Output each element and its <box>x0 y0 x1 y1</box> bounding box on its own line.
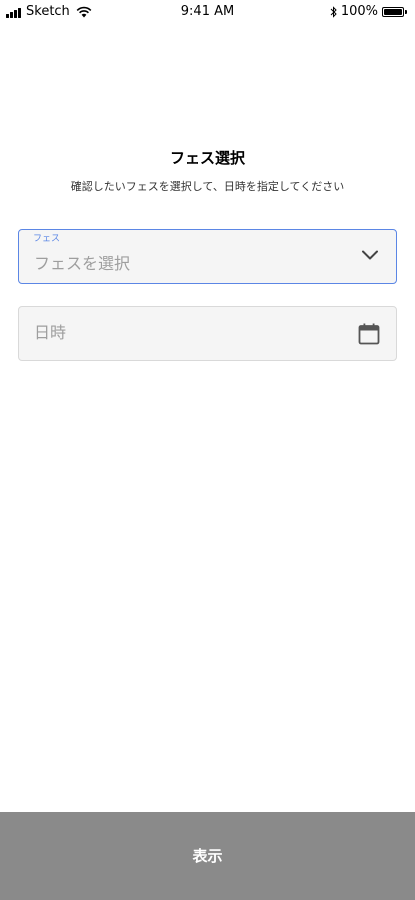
screen: Sketch 9:41 AM 100% フェス選択 確認したいフェスを選択して、… <box>0 0 415 900</box>
fes-select[interactable]: フェス フェスを選択 <box>18 229 397 284</box>
show-button[interactable]: 表示 <box>0 812 415 900</box>
status-bar-right: 100% <box>330 4 407 20</box>
status-bar: Sketch 9:41 AM 100% <box>0 0 415 24</box>
calendar-icon[interactable] <box>357 322 381 346</box>
fes-select-placeholder: フェスを選択 <box>34 254 131 273</box>
battery-fill <box>384 9 402 15</box>
battery-percent: 100% <box>340 4 378 19</box>
date-field[interactable]: 日時 <box>18 306 397 361</box>
battery-icon <box>382 7 404 17</box>
page-title: フェス選択 <box>169 149 245 167</box>
page-subtitle: 確認したいフェスを選択して、日時を指定してください <box>70 180 345 193</box>
battery-cap <box>405 10 407 14</box>
date-field-placeholder: 日時 <box>34 323 67 342</box>
bluetooth-icon <box>330 6 337 18</box>
chevron-down-icon[interactable] <box>361 249 379 261</box>
fes-select-label: フェス <box>33 234 61 244</box>
